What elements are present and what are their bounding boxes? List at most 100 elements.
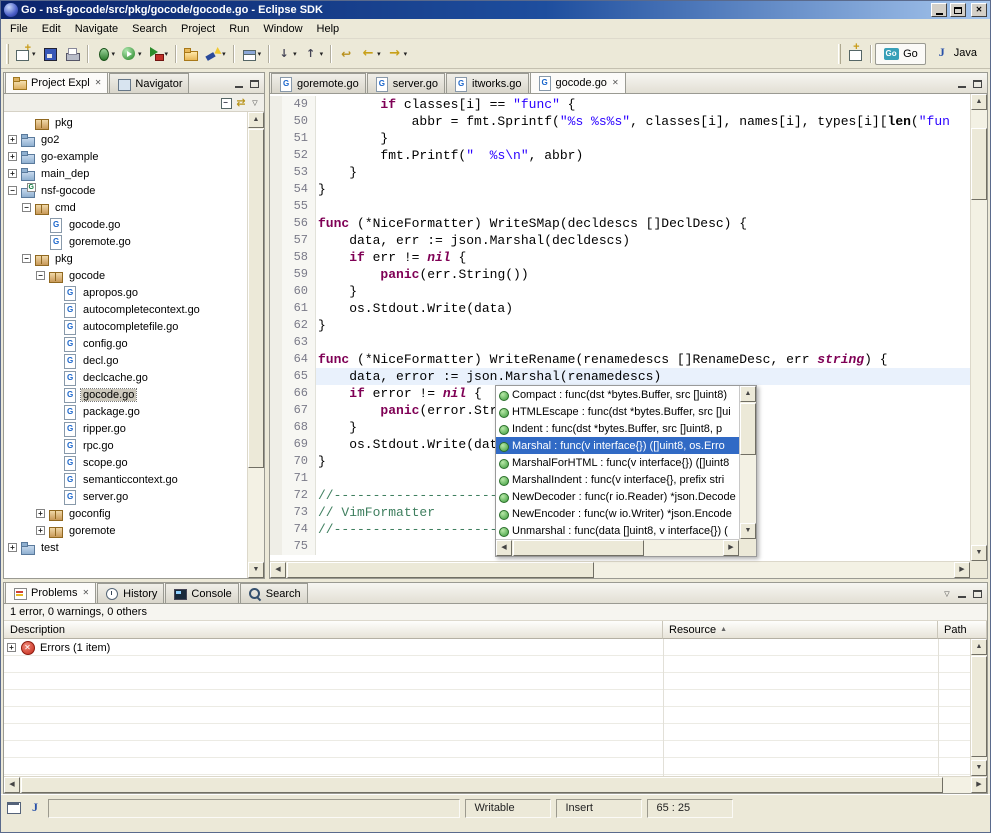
completion-item[interactable]: MarshalIndent : func(v interface{}, pref… (496, 471, 739, 488)
menu-item-window[interactable]: Window (256, 20, 309, 38)
new-go-element-button[interactable] (180, 42, 202, 66)
tree-item-gocode-go[interactable]: gocode.go (4, 216, 247, 233)
scroll-left-icon[interactable]: ◀ (496, 540, 512, 556)
expand-icon[interactable]: + (36, 526, 45, 535)
forward-button[interactable]: ▾ (384, 42, 411, 66)
menu-item-search[interactable]: Search (125, 20, 174, 38)
code-line[interactable]: 55 (270, 198, 970, 215)
link-with-editor-button[interactable] (235, 97, 247, 109)
scroll-down-icon[interactable]: ▼ (740, 523, 756, 539)
collapse-icon[interactable]: − (36, 271, 45, 280)
dropdown-arrow-icon[interactable]: ▾ (32, 50, 36, 58)
column-header-resource[interactable]: Resource▲ (663, 621, 938, 639)
dropdown-arrow-icon[interactable]: ▾ (112, 50, 116, 58)
external-tools-button[interactable]: ▾ (145, 42, 172, 66)
expand-icon[interactable]: + (7, 643, 16, 652)
scrollbar-track[interactable] (971, 655, 987, 760)
column-header-description[interactable]: Description (4, 621, 663, 639)
tree-item-nsf-gocode[interactable]: −nsf-gocode (4, 182, 247, 199)
menu-item-navigate[interactable]: Navigate (68, 20, 125, 38)
close-icon[interactable]: ✕ (612, 79, 619, 87)
menu-item-project[interactable]: Project (174, 20, 222, 38)
scroll-up-icon[interactable]: ▲ (971, 94, 987, 110)
scrollbar-track[interactable] (512, 540, 723, 556)
tree-item-go2[interactable]: +go2 (4, 131, 247, 148)
close-button[interactable]: ✕ (971, 3, 987, 17)
open-perspective-button[interactable] (844, 42, 866, 66)
tree-item-package-go[interactable]: package.go (4, 403, 247, 420)
search-button[interactable]: ▾ (202, 42, 229, 66)
annotation-ruler[interactable] (270, 368, 282, 385)
dropdown-arrow-icon[interactable]: ▾ (293, 50, 297, 58)
tree-item-go-example[interactable]: +go-example (4, 148, 247, 165)
tab-problems[interactable]: Problems✕ (5, 582, 96, 603)
dropdown-arrow-icon[interactable]: ▾ (320, 50, 324, 58)
tree-item-goremote-go[interactable]: goremote.go (4, 233, 247, 250)
scrollbar-track[interactable] (286, 562, 954, 578)
annotation-ruler[interactable] (270, 181, 282, 198)
menu-item-run[interactable]: Run (222, 20, 256, 38)
tree-item-ripper-go[interactable]: ripper.go (4, 420, 247, 437)
next-annotation-button[interactable]: ▾ (273, 42, 300, 66)
minimize-view-button[interactable] (233, 78, 245, 90)
scroll-down-icon[interactable]: ▼ (248, 562, 264, 578)
line-number[interactable]: 54 (282, 181, 316, 198)
maximize-view-button[interactable] (971, 78, 983, 90)
maximize-button[interactable] (950, 3, 966, 17)
scrollbar-thumb[interactable] (21, 777, 943, 793)
last-edit-location-button[interactable] (335, 42, 357, 66)
collapse-icon[interactable]: − (22, 203, 31, 212)
scrollbar-thumb[interactable] (740, 403, 756, 455)
tree-item-semanticcontext-go[interactable]: semanticcontext.go (4, 471, 247, 488)
line-number[interactable]: 72 (282, 487, 316, 504)
close-icon[interactable]: ✕ (82, 589, 89, 597)
perspective-go-button[interactable]: Go (875, 43, 926, 65)
tab-itworks-go[interactable]: itworks.go (446, 73, 529, 93)
line-number[interactable]: 52 (282, 147, 316, 164)
tree-scrollbar[interactable]: ▲ ▼ (247, 112, 264, 578)
line-number[interactable]: 60 (282, 283, 316, 300)
editor-vertical-scrollbar[interactable]: ▲ ▼ (970, 94, 987, 561)
annotation-ruler[interactable] (270, 487, 282, 504)
line-number[interactable]: 66 (282, 385, 316, 402)
scroll-down-icon[interactable]: ▼ (971, 545, 987, 561)
tab-server-go[interactable]: server.go (367, 73, 445, 93)
line-number[interactable]: 49 (282, 96, 316, 113)
annotation-ruler[interactable] (270, 453, 282, 470)
tree-item-gocode[interactable]: −gocode (4, 267, 247, 284)
annotation-ruler[interactable] (270, 283, 282, 300)
annotation-ruler[interactable] (270, 436, 282, 453)
annotation-ruler[interactable] (270, 266, 282, 283)
annotation-ruler[interactable] (270, 232, 282, 249)
scrollbar-track[interactable] (971, 110, 987, 545)
collapse-icon[interactable]: − (22, 254, 31, 263)
new-wizard-button[interactable]: ▾ (12, 42, 39, 66)
minimize-view-button[interactable] (956, 588, 968, 600)
scrollbar-track[interactable] (248, 128, 264, 562)
code-line[interactable]: 51 } (270, 130, 970, 147)
line-number[interactable]: 61 (282, 300, 316, 317)
column-header-path[interactable]: Path (938, 621, 987, 639)
menu-item-edit[interactable]: Edit (35, 20, 68, 38)
editor-horizontal-scrollbar[interactable]: ◀ ▶ (270, 561, 970, 578)
annotation-ruler[interactable] (270, 385, 282, 402)
popup-horizontal-scrollbar[interactable]: ◀ ▶ (496, 539, 739, 556)
tab-goremote-go[interactable]: goremote.go (271, 73, 366, 93)
line-number[interactable]: 68 (282, 419, 316, 436)
collapse-all-button[interactable] (221, 97, 233, 109)
open-type-button[interactable]: ▾ (238, 42, 265, 66)
annotation-ruler[interactable] (270, 334, 282, 351)
view-menu-button[interactable] (249, 97, 261, 109)
minimize-view-button[interactable] (956, 78, 968, 90)
previous-annotation-button[interactable]: ▾ (300, 42, 327, 66)
scroll-up-icon[interactable]: ▲ (971, 639, 987, 655)
tab-console[interactable]: Console (165, 583, 238, 603)
completion-item[interactable]: NewEncoder : func(w io.Writer) *json.Enc… (496, 505, 739, 522)
dropdown-arrow-icon[interactable]: ▾ (377, 50, 381, 58)
tree-item-config-go[interactable]: config.go (4, 335, 247, 352)
code-line[interactable]: 50 abbr = fmt.Sprintf("%s %s%s", classes… (270, 113, 970, 130)
line-number[interactable]: 53 (282, 164, 316, 181)
code-line[interactable]: 54} (270, 181, 970, 198)
problems-vertical-scrollbar[interactable]: ▲ ▼ (970, 639, 987, 776)
line-number[interactable]: 59 (282, 266, 316, 283)
